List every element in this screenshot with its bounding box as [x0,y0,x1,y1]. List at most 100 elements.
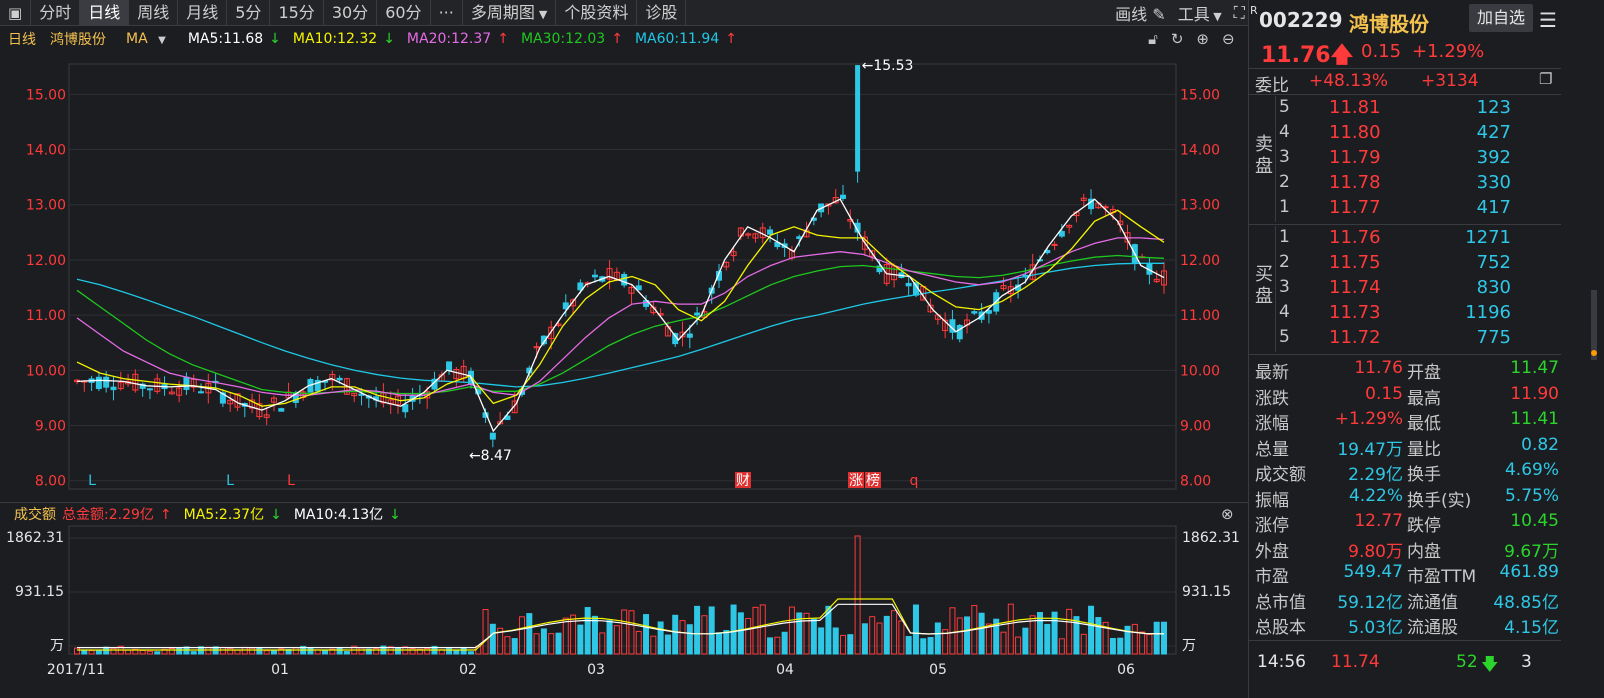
add-watchlist-button[interactable]: 加自选 [1469,4,1533,32]
ma60-label: MA60:11.94 [634,31,720,47]
x-tick-label: 03 [587,662,605,678]
panel-toggle-icon[interactable]: ▣ [0,0,32,26]
ma30-value: MA30:12.03 ↑ [521,31,629,47]
volume-bar [840,634,847,655]
candle-body [621,273,628,286]
y-tick-label-left: 11.00 [26,308,66,324]
volume-bar [657,621,664,655]
r-mark: R [1250,4,1258,17]
ma5-label: MA5:11.68 [187,31,264,47]
order-level: 1 [1279,197,1290,217]
tab-fenshi[interactable]: 分时 [31,0,81,26]
candle-body [591,274,598,278]
volume-bar [1088,605,1095,655]
volume-bar [985,623,992,655]
volume-bar [110,647,117,655]
zoom-out-icon[interactable]: ⊖ [1222,30,1235,48]
quote-label: 最新 [1255,363,1289,383]
volume-bar [1153,621,1160,655]
volume-bar [1066,608,1073,655]
quote-label: 换手 [1407,465,1441,485]
volume-bar [88,650,95,655]
tick-count: 3 [1521,652,1532,672]
quote-value: 10.45 [1510,511,1559,531]
volume-bar [803,612,810,655]
divider [1249,640,1561,641]
refresh-icon[interactable]: ↻ [1171,30,1184,48]
volume-bar [1007,603,1014,655]
multi-period-dropdown[interactable]: 多周期图 ▼ [463,0,557,26]
volume-bar [249,647,256,655]
quote-label: 外盘 [1255,541,1289,562]
event-marker: 财 [736,473,750,489]
menu-icon[interactable]: ☰ [1539,8,1557,32]
quote-value: 5.03亿 [1348,618,1403,638]
order-level: 5 [1279,327,1290,347]
more-periods-button[interactable]: ··· [431,0,463,26]
candle-body [1051,243,1058,246]
order-volume: 392 [1476,147,1511,168]
divider [1249,354,1561,355]
quote-row: 成交额 2.29亿 换手 4.69% [1249,460,1561,485]
order-price: 11.75 [1329,252,1381,273]
volume-bar [460,647,467,655]
volume-chart[interactable]: 1862.31 1862.31 931.15 931.15 万 万 2017/11 01 02 0… [0,502,1278,698]
quote-row: 振幅 4.22% 换手(实) 5.75% [1249,486,1561,511]
x-tick-label: 2017/11 [47,662,105,678]
tools-dropdown[interactable]: 工具 ▼ [1172,1,1228,25]
tab-monthly[interactable]: 月线 [178,0,228,26]
quote-label: 量比 [1407,439,1441,460]
ma-line-ma10 [76,209,1165,407]
order-level: 3 [1279,147,1290,167]
volume-bar [336,648,343,655]
order-volume: 427 [1476,122,1511,143]
arrow-up-icon: 🡅 [1330,43,1354,68]
tab-diagnose[interactable]: 诊股 [637,0,687,26]
ma10-value: MA10:12.32 ↓ [293,31,401,47]
arrow-up-icon: ↑ [725,31,737,47]
tab-weekly[interactable]: 周线 [129,0,179,26]
tab-5min[interactable]: 5分 [227,0,271,26]
stock-header: R 002229 鸿博股份 加自选 ☰ [1249,2,1589,36]
volume-bar [964,616,971,655]
volume-bar [635,630,642,655]
volume-bar [752,606,759,655]
volume-bar [205,646,212,655]
buy-order-row: 4 11.73 1196 [1279,302,1559,326]
zoom-in-icon[interactable]: ⊕ [1196,30,1209,48]
order-level: 5 [1279,97,1290,117]
volume-bar [694,605,701,655]
candle-body [956,324,963,340]
volume-bar [613,625,620,655]
tab-15min[interactable]: 15分 [270,0,324,26]
volume-bar [898,620,905,655]
volume-bar [788,606,795,655]
divider [1275,96,1276,222]
copy-icon[interactable]: ❐ [1539,70,1552,88]
volume-bar [934,622,941,655]
volume-bar [832,627,839,655]
tab-30min[interactable]: 30分 [324,0,378,26]
kline-chart[interactable]: 15.00 15.00 14.00 14.00 13.00 13.00 12.00 12.00… [0,52,1278,502]
draw-line-button[interactable]: 画线 ✎ [1109,1,1172,25]
quote-value: 59.12亿 [1337,592,1403,613]
tab-stock-info[interactable]: 个股资料 [556,0,638,26]
plot-frame [68,525,1177,655]
multi-period-label: 多周期图 [470,2,535,22]
volume-bar [664,634,671,655]
ma-type-dropdown[interactable]: MA ▼ [126,31,172,47]
draw-line-label: 画线 [1115,5,1148,24]
scroll-indicator [1591,350,1597,356]
quote-row: 涨停 12.77 跌停 10.45 [1249,511,1561,536]
order-volume: 775 [1476,327,1511,348]
order-price: 11.77 [1329,197,1381,218]
lock-icon[interactable]: 🔓︎ [1148,30,1158,48]
tab-60min[interactable]: 60分 [377,0,431,26]
weibi-row: 委比 +48.13% +3134 ❐ [1249,70,1589,96]
volume-bar [81,649,88,655]
event-marker: q [910,473,919,489]
volume-bar [1095,617,1102,655]
tab-daily[interactable]: 日线 [80,0,130,26]
quote-value: 12.77 [1354,511,1403,531]
volume-bar [270,650,277,655]
